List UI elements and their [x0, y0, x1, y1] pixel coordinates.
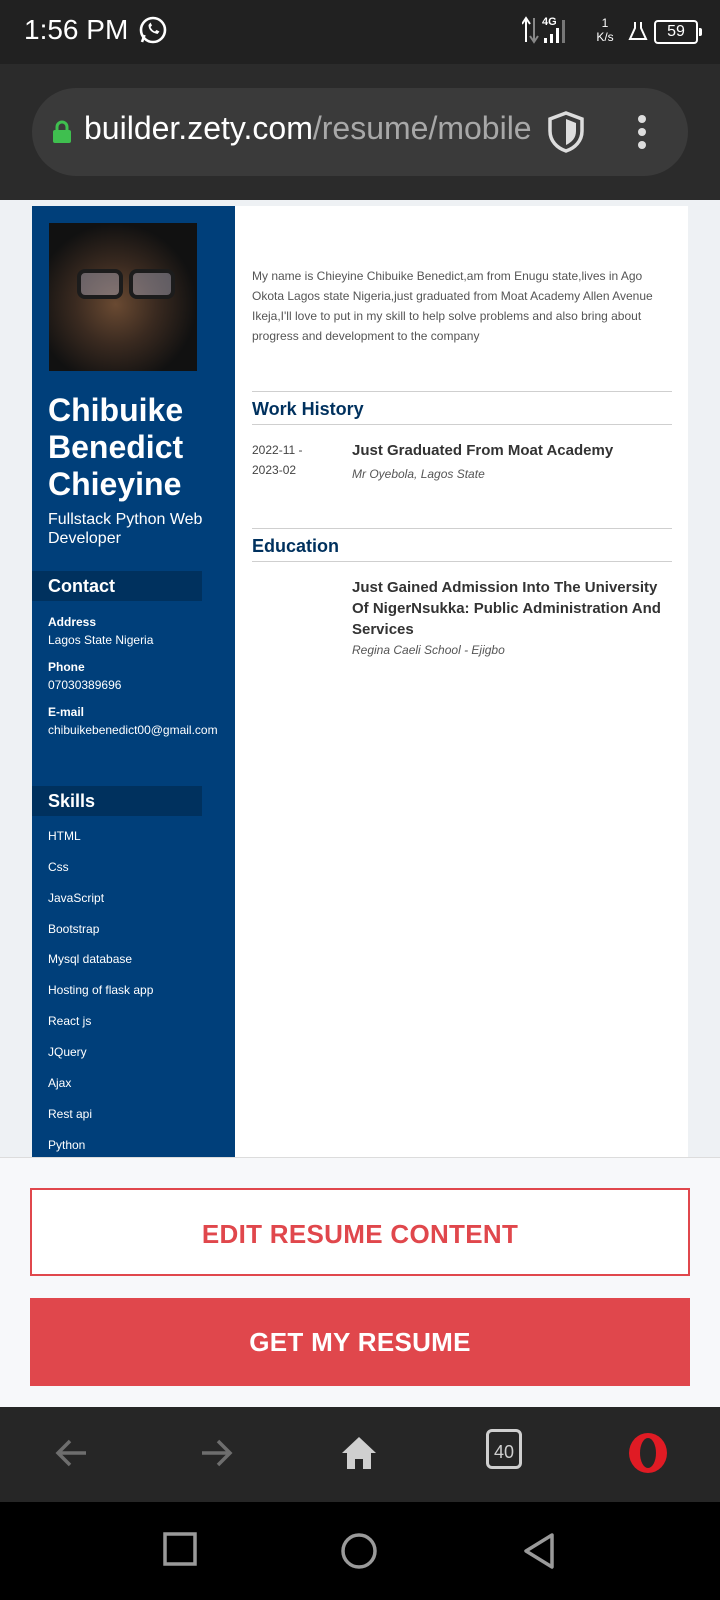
contact-heading: Contact — [32, 571, 202, 601]
education-heading: Education — [252, 528, 672, 562]
email-value: chibuikebenedict00@gmail.com — [48, 723, 218, 737]
get-resume-button[interactable]: GET MY RESUME — [30, 1298, 690, 1386]
skills-heading: Skills — [32, 786, 202, 816]
skill-item: Python — [48, 1138, 86, 1152]
status-time: 1:56 PM — [24, 14, 129, 45]
edit-resume-button[interactable]: EDIT RESUME CONTENT — [30, 1188, 690, 1276]
education-title: Just Gained Admission Into The Universit… — [352, 579, 661, 638]
profile-photo — [49, 223, 197, 371]
address-bar[interactable]: builder.zety.com/resume/mobile — [32, 88, 688, 176]
skill-item: Hosting of flask app — [48, 983, 154, 997]
svg-text:4G: 4G — [542, 16, 557, 28]
skill-item: JQuery — [48, 1045, 87, 1059]
work-date: 2022-11 -2023-02 — [252, 443, 303, 477]
net-speed: 1 K/s — [596, 16, 614, 44]
phone-label: Phone — [48, 660, 85, 674]
summary-text: My name is Chieyine Chibuike Benedict,am… — [252, 269, 653, 343]
address-value: Lagos State Nigeria — [48, 633, 154, 647]
signal-icon: 4G — [521, 14, 582, 51]
skill-item: Ajax — [48, 1076, 72, 1090]
back-triangle-icon[interactable] — [522, 1532, 556, 1575]
action-panel: EDIT RESUME CONTENT GET MY RESUME — [0, 1157, 720, 1408]
home-icon[interactable] — [340, 1435, 378, 1476]
skill-item: Bootstrap — [48, 922, 100, 936]
email-label: E-mail — [48, 705, 85, 719]
resume-preview-area[interactable]: Chibuike Benedict Chieyine Fullstack Pyt… — [0, 200, 720, 1157]
battery-indicator: 59 — [654, 20, 702, 44]
skill-item: JavaScript — [48, 891, 105, 905]
work-title: Just Graduated From Moat Academy — [352, 442, 614, 459]
resume-document: Chibuike Benedict Chieyine Fullstack Pyt… — [32, 206, 688, 1157]
home-circle-icon[interactable] — [340, 1532, 378, 1575]
system-nav-bar — [0, 1502, 720, 1600]
work-history-heading: Work History — [252, 391, 672, 425]
resume-role: Fullstack Python Web Developer — [48, 511, 203, 547]
url-text[interactable]: builder.zety.com/resume/mobile — [84, 110, 564, 147]
flask-icon — [628, 20, 648, 47]
resume-sidebar: Chibuike Benedict Chieyine Fullstack Pyt… — [32, 206, 235, 1157]
skill-item: Css — [48, 860, 69, 874]
tabs-button[interactable]: 40 — [486, 1429, 522, 1469]
skill-item: HTML — [48, 829, 81, 843]
forward-icon[interactable] — [198, 1435, 234, 1476]
address-label: Address — [48, 615, 97, 629]
back-icon[interactable] — [54, 1435, 90, 1476]
status-bar: 1:56 PM 4G 1 K/s 59 — [0, 0, 720, 64]
lock-icon — [52, 120, 72, 149]
skill-item: Rest api — [48, 1107, 93, 1121]
recents-icon[interactable] — [163, 1532, 197, 1571]
opera-menu-icon[interactable] — [626, 1431, 670, 1480]
resume-name: Chibuike Benedict Chieyine — [48, 392, 184, 502]
skill-item: React js — [48, 1014, 92, 1028]
whatsapp-icon — [138, 15, 168, 50]
work-subtitle: Mr Oyebola, Lagos State — [352, 467, 485, 481]
browser-toolbar: builder.zety.com/resume/mobile — [0, 64, 720, 200]
phone-value: 07030389696 — [48, 678, 122, 692]
menu-kebab-icon[interactable] — [636, 114, 648, 155]
browser-bottom-bar: 40 — [0, 1407, 720, 1502]
shield-icon[interactable] — [547, 111, 585, 158]
education-subtitle: Regina Caeli School - Ejigbo — [352, 643, 505, 657]
skill-item: Mysql database — [48, 952, 133, 966]
